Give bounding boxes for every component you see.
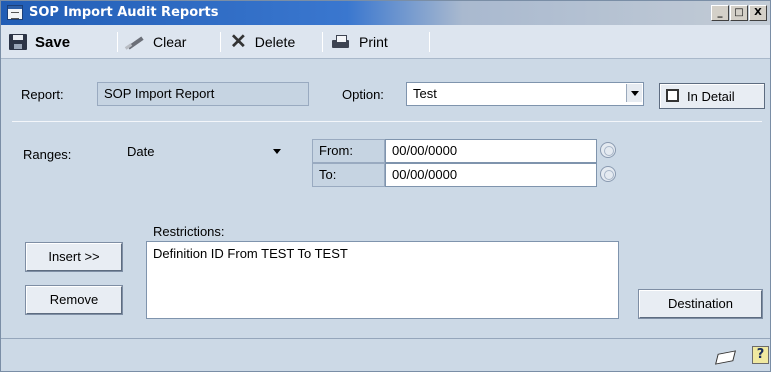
- option-select[interactable]: Test: [406, 82, 644, 106]
- delete-label: Delete: [254, 34, 296, 50]
- restrictions-label: Restrictions:: [153, 224, 225, 239]
- title-bar[interactable]: SOP Import Audit Reports _ □ X: [1, 1, 770, 25]
- from-date-input[interactable]: 00/00/0000: [385, 139, 597, 163]
- from-label-cell: From:: [312, 139, 385, 163]
- to-date-input[interactable]: 00/00/0000: [385, 163, 597, 187]
- window-app-icon: [7, 5, 23, 20]
- toolbar-separator: [322, 32, 323, 52]
- to-label-cell: To:: [312, 163, 385, 187]
- toolbar-separator: [429, 32, 430, 52]
- report-label: Report:: [21, 87, 64, 102]
- calendar-icon[interactable]: [600, 166, 616, 182]
- delete-button[interactable]: ✕ Delete: [230, 32, 295, 52]
- list-item[interactable]: Definition ID From TEST To TEST: [153, 246, 612, 261]
- print-label: Print: [359, 34, 388, 50]
- option-selected-value: Test: [413, 86, 437, 101]
- insert-button[interactable]: Insert >>: [26, 243, 122, 271]
- clear-button[interactable]: Clear: [125, 32, 186, 52]
- restrictions-list[interactable]: Definition ID From TEST To TEST: [146, 241, 619, 319]
- minimize-button[interactable]: _: [711, 5, 729, 21]
- section-divider: [12, 121, 762, 122]
- calendar-icon[interactable]: [600, 142, 616, 158]
- close-button[interactable]: X: [749, 5, 767, 21]
- report-window: SOP Import Audit Reports _ □ X Save Clea…: [0, 0, 771, 372]
- ranges-select[interactable]: Date: [121, 141, 289, 165]
- ranges-selected-value: Date: [127, 144, 155, 159]
- clear-label: Clear: [153, 34, 187, 50]
- remove-button[interactable]: Remove: [26, 286, 122, 314]
- in-detail-label: In Detail: [687, 89, 735, 104]
- printer-icon: [331, 34, 351, 50]
- checkbox-icon: [666, 89, 679, 102]
- delete-x-icon: ✕: [230, 31, 247, 53]
- note-icon[interactable]: [714, 350, 737, 365]
- in-detail-checkbox[interactable]: In Detail: [659, 83, 765, 109]
- report-name-field: SOP Import Report: [97, 82, 309, 106]
- destination-button[interactable]: Destination: [639, 290, 762, 318]
- status-bar: ?: [1, 338, 770, 371]
- to-label: To:: [319, 167, 337, 182]
- print-button[interactable]: Print: [331, 32, 388, 52]
- help-icon[interactable]: ?: [752, 346, 769, 364]
- ranges-label: Ranges:: [23, 147, 72, 162]
- eraser-icon: [125, 34, 145, 50]
- window-title: SOP Import Audit Reports: [29, 5, 219, 20]
- toolbar-separator: [117, 32, 118, 52]
- toolbar: Save Clear ✕ Delete Print: [1, 25, 770, 59]
- toolbar-separator: [220, 32, 221, 52]
- option-label: Option:: [342, 87, 384, 102]
- chevron-down-icon[interactable]: [626, 84, 642, 102]
- from-label: From:: [319, 143, 353, 158]
- maximize-button[interactable]: □: [730, 5, 748, 21]
- save-icon: [9, 34, 27, 50]
- chevron-down-icon[interactable]: [273, 149, 281, 154]
- save-button[interactable]: Save: [9, 32, 70, 52]
- save-label: Save: [35, 33, 71, 51]
